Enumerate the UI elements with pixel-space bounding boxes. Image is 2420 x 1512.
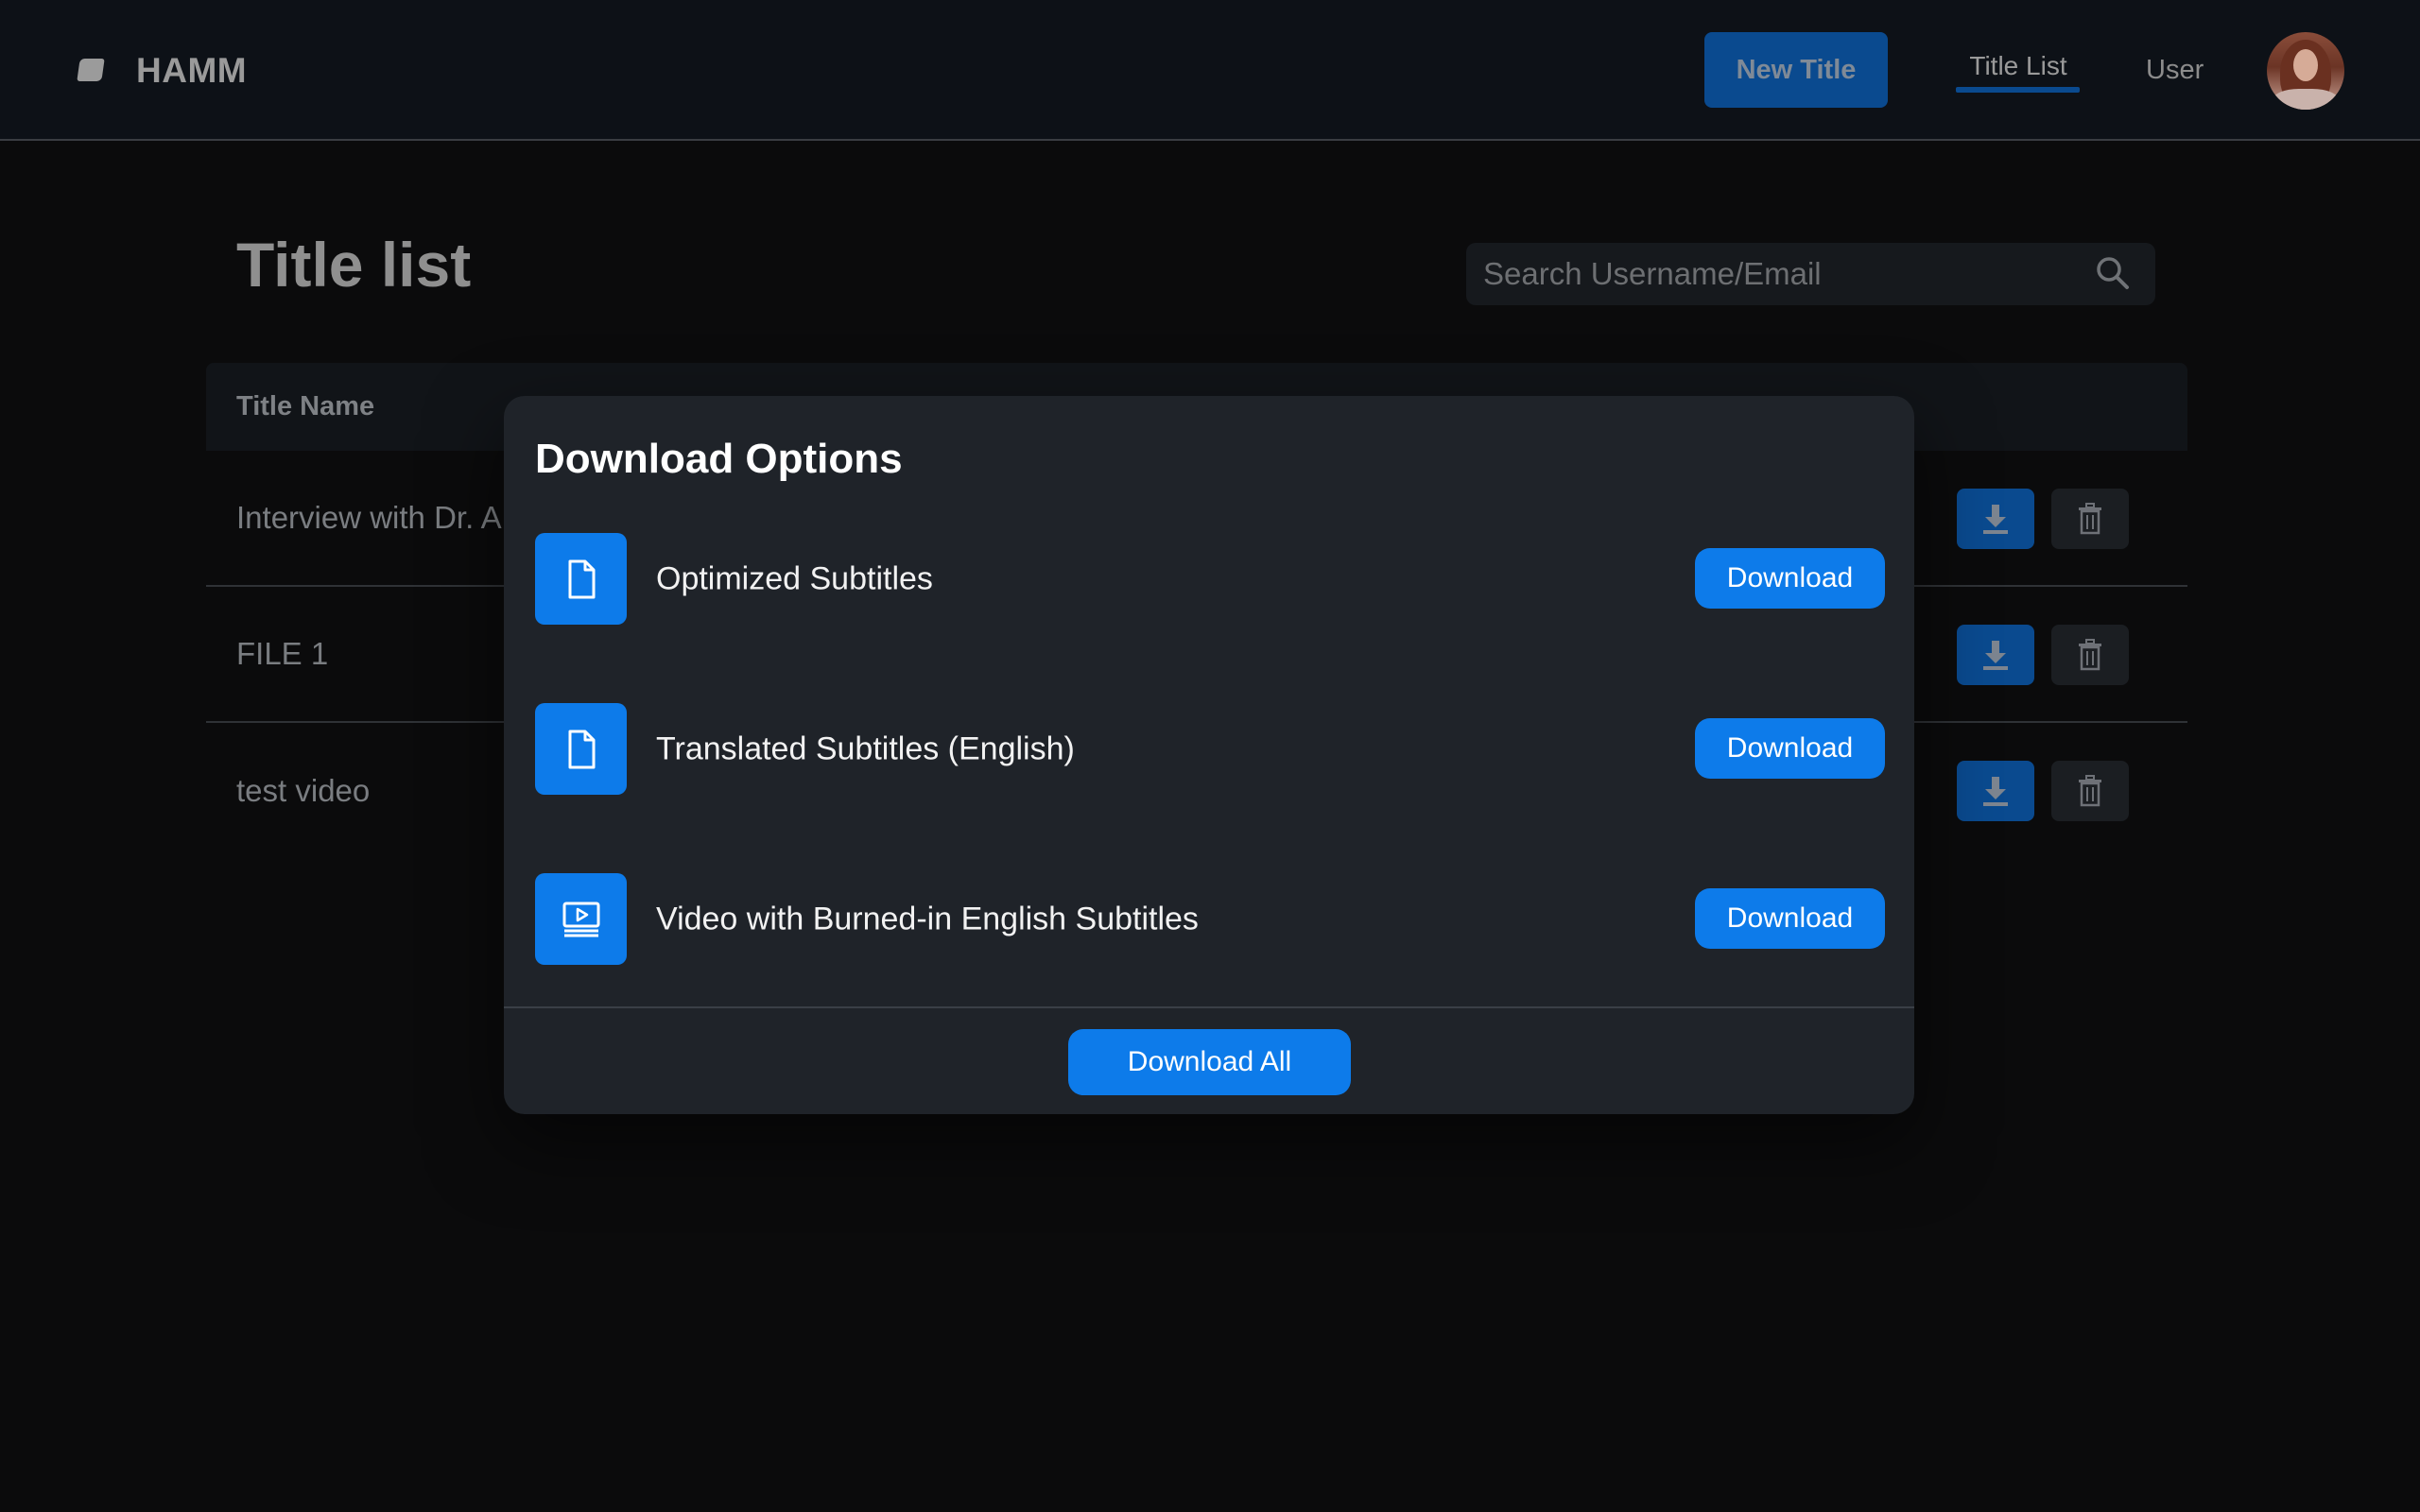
row-delete-button[interactable] [2051,761,2129,821]
column-title-name: Title Name [236,391,375,421]
download-option-optimized-subtitles: Optimized Subtitles Download [535,533,1885,626]
row-download-button[interactable] [1957,489,2034,549]
nav-user[interactable]: User [2146,55,2204,86]
download-option-translated-subtitles: Translated Subtitles (English) Download [535,703,1885,796]
brand-name: HAMM [136,51,248,90]
option-label: Translated Subtitles (English) [656,730,1075,767]
download-button[interactable]: Download [1695,888,1885,949]
row-delete-button[interactable] [2051,625,2129,685]
active-nav-indicator [1956,87,2080,93]
search-box [1466,243,2155,305]
download-button[interactable]: Download [1695,548,1885,609]
page-title: Title list [236,230,472,300]
top-nav-bar: HAMM New Title Title List User [0,0,2420,141]
trash-icon [2079,503,2101,535]
download-button[interactable]: Download [1695,718,1885,779]
trash-icon [2079,639,2101,671]
download-icon [1983,641,2008,670]
download-icon [1983,777,2008,806]
row-download-button[interactable] [1957,625,2034,685]
row-title-name: Interview with Dr. A [236,500,502,535]
download-option-burned-in-video: Video with Burned-in English Subtitles D… [535,873,1885,966]
option-label: Optimized Subtitles [656,560,933,597]
search-input[interactable] [1483,254,2050,294]
file-icon [535,703,627,795]
modal-title: Download Options [535,436,903,482]
download-options-modal: Download Options Optimized Subtitles Dow… [504,396,1914,1114]
row-delete-button[interactable] [2051,489,2129,549]
row-download-button[interactable] [1957,761,2034,821]
row-title-name: FILE 1 [236,636,329,671]
modal-divider [504,1006,1914,1008]
video-icon [535,873,627,965]
row-title-name: test video [236,773,371,808]
logo-icon [77,59,105,81]
trash-icon [2079,775,2101,807]
new-title-button[interactable]: New Title [1704,32,1888,108]
search-icon[interactable] [2094,254,2132,292]
file-icon [535,533,627,625]
option-label: Video with Burned-in English Subtitles [656,901,1199,937]
download-icon [1983,505,2008,534]
download-all-button[interactable]: Download All [1068,1029,1351,1095]
user-avatar[interactable] [2267,32,2344,110]
